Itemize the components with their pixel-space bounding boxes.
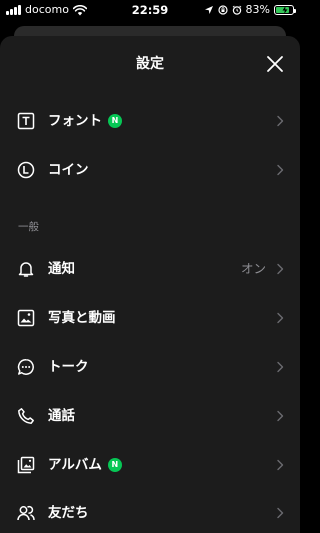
settings-item-label: コイン: [48, 161, 89, 178]
new-badge: N: [107, 457, 122, 472]
page-title: 設定: [136, 56, 164, 72]
settings-item-label: 通知: [48, 260, 75, 277]
settings-item-album[interactable]: アルバム N: [0, 440, 300, 489]
settings-item-label: 通話: [48, 407, 75, 424]
coin-icon: [17, 161, 35, 179]
settings-item-label: 写真と動画: [48, 309, 116, 326]
alarm-clock-icon: [232, 5, 241, 15]
settings-item-chats[interactable]: トーク: [0, 342, 300, 391]
settings-item-label: アルバム: [48, 456, 102, 473]
chevron-right-icon: [276, 115, 284, 127]
close-icon: [267, 56, 283, 72]
battery-percent: 83%: [245, 3, 270, 16]
settings-item-label: トーク: [48, 358, 89, 375]
font-icon: [17, 112, 35, 130]
orientation-lock-icon: [217, 5, 228, 15]
settings-sheet: 設定 フォント N コイン 一般 通知 オン 写真と動画 トーク 通話 アルバム…: [0, 36, 300, 533]
location-arrow-icon: [204, 6, 213, 14]
charging-bolt-icon: [282, 6, 288, 14]
bell-icon: [17, 260, 35, 278]
chevron-right-icon: [276, 410, 284, 422]
friends-icon: [17, 504, 35, 522]
album-icon: [17, 456, 35, 474]
settings-item-coin[interactable]: コイン: [0, 145, 300, 194]
settings-item-label: 友だち: [48, 504, 89, 521]
chevron-right-icon: [276, 164, 284, 176]
settings-item-notifications[interactable]: 通知 オン: [0, 244, 300, 293]
phone-icon: [17, 407, 35, 425]
chevron-right-icon: [276, 263, 284, 275]
settings-screen: docomo 22:59 83% 設定 フォント N コイン 一般 通知 オン …: [0, 0, 300, 533]
chevron-right-icon: [276, 361, 284, 373]
close-button[interactable]: [266, 55, 284, 73]
chevron-right-icon: [276, 459, 284, 471]
sheet-header: 設定: [0, 36, 300, 92]
settings-item-photos-videos[interactable]: 写真と動画: [0, 293, 300, 342]
settings-item-friends[interactable]: 友だち: [0, 488, 300, 533]
status-bar: docomo 22:59 83%: [0, 0, 300, 20]
battery-icon: [274, 5, 296, 15]
settings-item-font[interactable]: フォント N: [0, 96, 300, 145]
photo-icon: [17, 309, 35, 327]
section-header-general: 一般: [18, 221, 39, 233]
settings-item-label: フォント: [48, 112, 102, 129]
status-right: 83%: [204, 3, 296, 17]
chat-bubble-icon: [17, 358, 35, 376]
new-badge: N: [108, 113, 122, 128]
settings-item-calls[interactable]: 通話: [0, 391, 300, 440]
chevron-right-icon: [276, 507, 284, 519]
notification-status-value: オン: [240, 260, 266, 276]
chevron-right-icon: [276, 312, 284, 324]
